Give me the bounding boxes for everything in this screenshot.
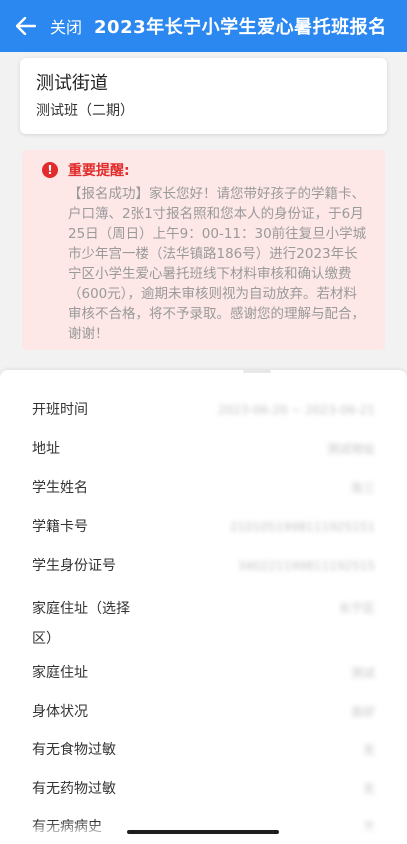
- detail-label: 有无药物过敏: [32, 781, 116, 797]
- detail-label: 家庭住址: [32, 665, 88, 681]
- arrow-left-icon[interactable]: [6, 0, 46, 52]
- detail-row: 学生身份证号 340221199811192515: [0, 556, 407, 576]
- close-button[interactable]: 关闭: [50, 14, 82, 38]
- detail-label: 家庭住址（选择区）: [32, 601, 130, 647]
- alert-message: 【报名成功】家长您好！请您带好孩子的学籍卡、户口簿、2张1寸报名照和您本人的身份…: [68, 186, 367, 342]
- alert-title: 重要提醒:: [68, 163, 130, 179]
- detail-value: 无: [362, 743, 375, 757]
- detail-value: 2023-06-20 ~ 2023-06-21: [217, 403, 375, 417]
- class-info-card: 测试街道 测试班（二期）: [20, 58, 387, 134]
- registration-details[interactable]: 开班时间 2023-06-20 ~ 2023-06-21 地址 测试地址 学生姓…: [0, 370, 407, 844]
- detail-value: 2101051998111925151: [229, 520, 375, 534]
- screen: 关闭 2023年长宁小学生爱心暑托班报名 测试街道 测试班（二期） ! 重要提醒…: [0, 0, 407, 844]
- detail-label: 地址: [32, 441, 60, 457]
- detail-label: 学籍卡号: [32, 519, 88, 535]
- sheet-handle: [243, 370, 271, 373]
- detail-row: 有无食物过敏 无: [0, 740, 407, 760]
- detail-value: 无: [362, 782, 375, 796]
- detail-row: 有无药物过敏 无: [0, 779, 407, 799]
- exclamation-circle-icon: !: [42, 162, 58, 178]
- important-alert: ! 重要提醒: 【报名成功】家长您好！请您带好孩子的学籍卡、户口簿、2张1寸报名…: [22, 150, 385, 350]
- detail-row: 身体状况 良好: [0, 702, 407, 722]
- detail-value: 长宁区: [338, 601, 375, 615]
- page-title: 2023年长宁小学生爱心暑托班报名: [94, 17, 387, 38]
- detail-label: 开班时间: [32, 402, 88, 418]
- detail-label: 学生姓名: [32, 480, 88, 496]
- street-name: 测试街道: [36, 73, 108, 94]
- detail-value: 良好: [350, 705, 375, 719]
- home-indicator[interactable]: [127, 830, 279, 834]
- detail-row: 学籍卡号 2101051998111925151: [0, 517, 407, 537]
- detail-row: 学生姓名 张三: [0, 478, 407, 498]
- detail-row: 开班时间 2023-06-20 ~ 2023-06-21: [0, 400, 407, 420]
- detail-value: 张三: [350, 481, 375, 495]
- detail-row: 家庭住址（选择区） 长宁区: [0, 594, 407, 654]
- detail-value: 测试地址: [326, 442, 375, 456]
- detail-row: 地址 测试地址: [0, 439, 407, 459]
- detail-row: 家庭住址 测试: [0, 663, 407, 683]
- class-name: 测试班（二期）: [36, 103, 134, 119]
- detail-value: 340221199811192515: [237, 559, 375, 573]
- detail-label: 有无食物过敏: [32, 742, 116, 758]
- detail-value: 测试: [350, 666, 375, 680]
- detail-label: 身体状况: [32, 704, 88, 720]
- top-bar: 关闭 2023年长宁小学生爱心暑托班报名: [0, 0, 407, 52]
- detail-label: 学生身份证号: [32, 558, 116, 574]
